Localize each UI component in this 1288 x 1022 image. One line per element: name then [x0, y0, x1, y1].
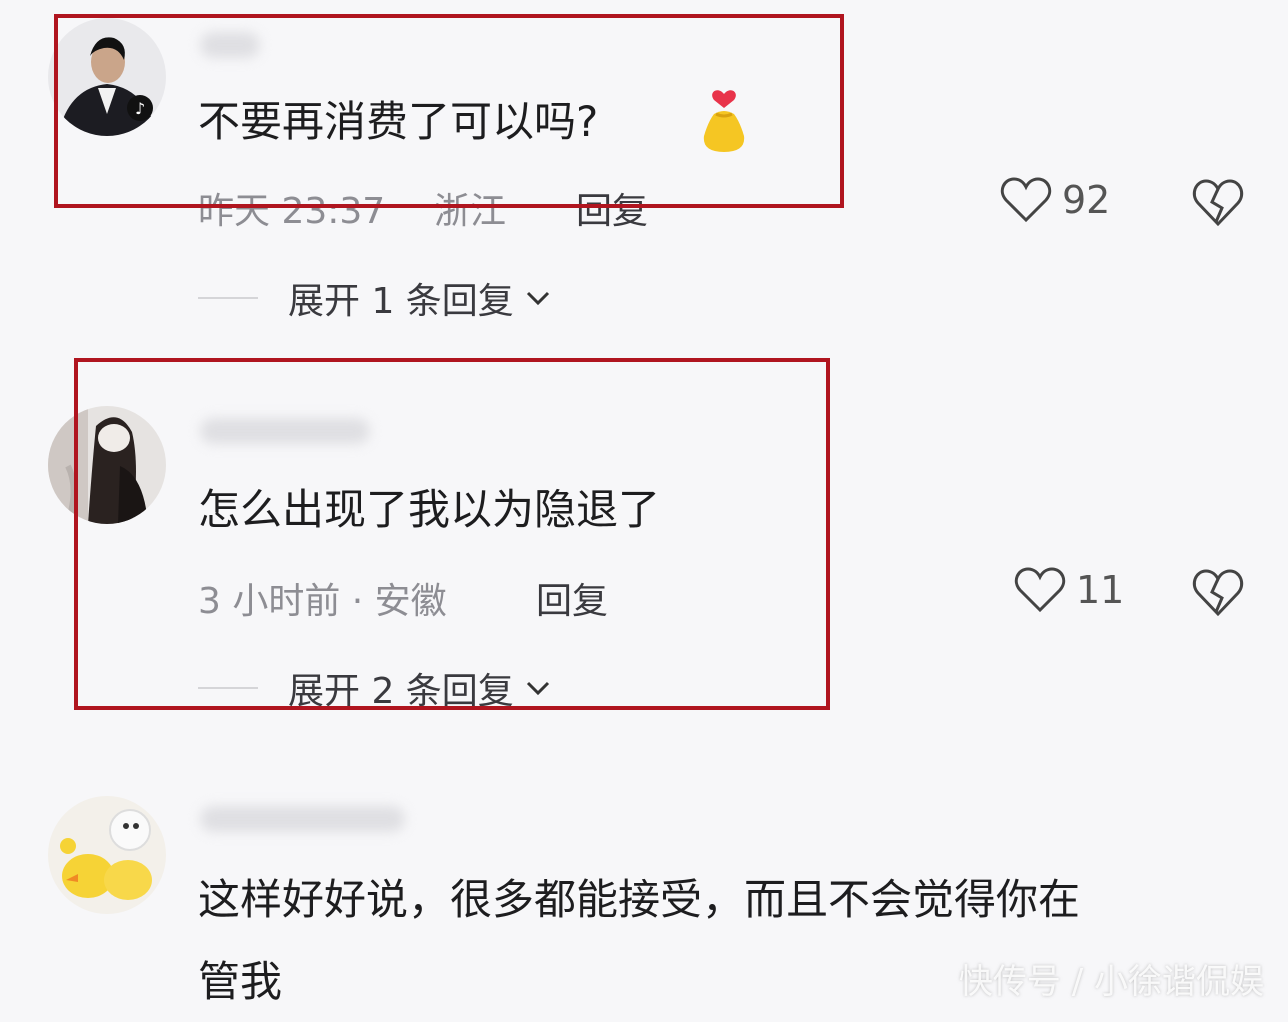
- divider-line: [198, 297, 258, 299]
- chevron-down-icon: [526, 291, 549, 306]
- heart-icon: [1000, 177, 1052, 223]
- avatar-user-3[interactable]: [48, 796, 166, 914]
- avatar-duck-image: [48, 796, 166, 914]
- heart-icon: [1014, 567, 1066, 613]
- username-blurred[interactable]: [200, 806, 405, 832]
- expand-replies-label: 展开 1 条回复: [288, 281, 514, 322]
- like-button[interactable]: 92: [1000, 176, 1110, 224]
- like-button[interactable]: 11: [1014, 566, 1124, 614]
- expand-replies-button[interactable]: 展开 1 条回复: [198, 272, 552, 324]
- like-count: 92: [1062, 178, 1111, 222]
- broken-heart-icon[interactable]: [1192, 178, 1244, 228]
- comment-text-line-1: 这样好好说，很多都能接受，而且不会觉得你在: [198, 875, 1081, 924]
- broken-heart-icon[interactable]: [1192, 568, 1244, 618]
- comment-text-line-2: 管我: [198, 957, 283, 1006]
- highlight-box-comment-1: [54, 14, 844, 208]
- like-count: 11: [1076, 568, 1125, 612]
- highlight-box-comment-2: [74, 358, 830, 710]
- watermark: 快传号 / 小徐谐侃娱: [958, 962, 1264, 1002]
